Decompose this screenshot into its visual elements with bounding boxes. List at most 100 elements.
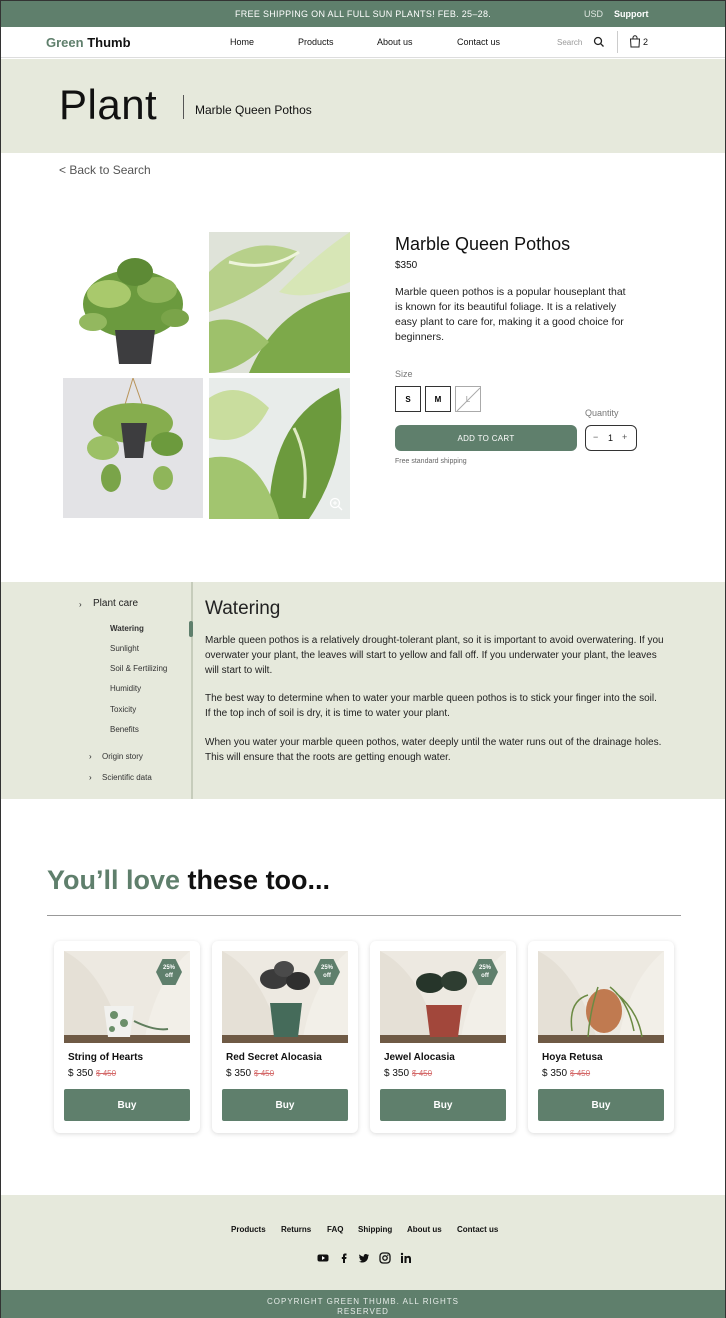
- care-section-scientific[interactable]: Scientific data: [102, 773, 152, 782]
- zoom-icon[interactable]: [329, 497, 343, 511]
- card-price: $ 350: [226, 1068, 252, 1079]
- search-input[interactable]: Search: [557, 38, 582, 47]
- plant-care-section: › Plant care Watering Sunlight Soil & Fe…: [1, 582, 725, 799]
- gallery-image-4[interactable]: [209, 378, 350, 519]
- size-s-button[interactable]: S: [395, 386, 421, 412]
- product-photo[interactable]: [538, 951, 664, 1043]
- footer: Products Returns FAQ Shipping About us C…: [1, 1195, 725, 1290]
- product-description: Marble queen pothos is a popular housepl…: [395, 286, 626, 343]
- recommend-title-accent: You’ll love: [47, 865, 181, 895]
- product-card-price: $ 350 $ 450: [68, 1068, 116, 1079]
- product-card-name[interactable]: String of Hearts: [68, 1052, 143, 1063]
- unavailable-strike-icon: [456, 387, 481, 412]
- footer-about[interactable]: About us: [407, 1225, 442, 1234]
- buy-button[interactable]: Buy: [222, 1089, 348, 1121]
- cart-count[interactable]: 2: [643, 37, 648, 47]
- recommend-title: You’ll love these too...: [47, 865, 330, 896]
- copyright-bar: COPYRIGHT GREEN THUMB. ALL RIGHTS RESERV…: [1, 1290, 725, 1318]
- page-hero: Plant Marble Queen Pothos: [1, 59, 725, 153]
- size-l-button[interactable]: L: [455, 386, 481, 412]
- linkedin-icon[interactable]: [400, 1252, 412, 1264]
- care-section-plant-care[interactable]: Plant care: [93, 598, 138, 609]
- support-link[interactable]: Support: [614, 9, 649, 19]
- nav-products[interactable]: Products: [298, 37, 334, 47]
- care-section-origin[interactable]: Origin story: [102, 752, 143, 761]
- care-paragraph-2: The best way to determine when to water …: [205, 693, 657, 719]
- page-title: Plant: [59, 81, 158, 128]
- active-marker: [189, 621, 193, 637]
- card-old-price: $ 450: [96, 1069, 117, 1078]
- page-subtitle: Marble Queen Pothos: [195, 103, 312, 117]
- product-card-price: $ 350 $ 450: [384, 1068, 432, 1079]
- product-price: $350: [395, 260, 418, 271]
- logo-thumb: Thumb: [83, 35, 131, 50]
- product-card-name[interactable]: Jewel Alocasia: [384, 1052, 455, 1063]
- footer-products[interactable]: Products: [231, 1225, 266, 1234]
- footer-faq[interactable]: FAQ: [327, 1225, 343, 1234]
- size-label: Size: [395, 369, 413, 379]
- quantity-value[interactable]: 1: [608, 433, 613, 443]
- footer-shipping[interactable]: Shipping: [358, 1225, 392, 1234]
- care-paragraph-1: Marble queen pothos is a relatively drou…: [205, 635, 664, 676]
- buy-button[interactable]: Buy: [538, 1089, 664, 1121]
- size-m-button[interactable]: M: [425, 386, 451, 412]
- buy-button[interactable]: Buy: [380, 1089, 506, 1121]
- product-card[interactable]: 25% off Red Secret Alocasia $ 350 $ 450 B…: [212, 941, 358, 1133]
- product-card[interactable]: Hoya Retusa $ 350 $ 450 Buy: [528, 941, 674, 1133]
- hero-separator: [183, 95, 184, 119]
- card-price: $ 350: [384, 1068, 410, 1079]
- logo-green: Green: [46, 35, 84, 50]
- logo[interactable]: Green Thumb: [46, 35, 131, 50]
- product-name: Marble Queen Pothos: [395, 234, 571, 254]
- care-item-humidity[interactable]: Humidity: [110, 684, 141, 693]
- currency-selector[interactable]: USD: [584, 9, 603, 19]
- back-to-search-link[interactable]: < Back to Search: [59, 163, 151, 177]
- nav-home[interactable]: Home: [230, 37, 254, 47]
- care-heading: Watering: [205, 598, 281, 619]
- add-to-cart-button[interactable]: ADD TO CART: [395, 425, 577, 451]
- buy-button[interactable]: Buy: [64, 1089, 190, 1121]
- care-divider: [191, 582, 193, 799]
- minus-icon[interactable]: −: [593, 432, 598, 442]
- recommend-divider: [47, 915, 681, 916]
- gallery-image-3[interactable]: [63, 378, 203, 518]
- nav-about[interactable]: About us: [377, 37, 413, 47]
- care-paragraph-3: When you water your marble queen pothos,…: [205, 737, 662, 763]
- care-item-soil[interactable]: Soil & Fertilizing: [110, 664, 167, 673]
- instagram-icon[interactable]: [379, 1252, 391, 1264]
- card-old-price: $ 450: [412, 1069, 433, 1078]
- footer-contact[interactable]: Contact us: [457, 1225, 498, 1234]
- card-price: $ 350: [542, 1068, 568, 1079]
- plus-icon[interactable]: +: [622, 432, 627, 442]
- chevron-right-icon: ›: [79, 600, 82, 609]
- main-nav: Green Thumb Home Products About us Conta…: [1, 27, 725, 58]
- shopping-bag-icon[interactable]: [629, 35, 641, 48]
- care-item-benefits[interactable]: Benefits: [110, 725, 139, 734]
- quantity-label: Quantity: [585, 408, 619, 418]
- care-item-toxicity[interactable]: Toxicity: [110, 705, 136, 714]
- nav-divider: [617, 31, 618, 53]
- chevron-right-icon: ›: [89, 752, 92, 761]
- product-card-name[interactable]: Red Secret Alocasia: [226, 1052, 322, 1063]
- card-old-price: $ 450: [570, 1069, 591, 1078]
- youtube-icon[interactable]: [317, 1252, 329, 1264]
- footer-returns[interactable]: Returns: [281, 1225, 311, 1234]
- chevron-right-icon: ›: [89, 773, 92, 782]
- card-price: $ 350: [68, 1068, 94, 1079]
- quantity-stepper: − 1 +: [585, 425, 637, 451]
- product-card-name[interactable]: Hoya Retusa: [542, 1052, 603, 1063]
- promo-bar: FREE SHIPPING ON ALL FULL SUN PLANTS! FE…: [1, 1, 725, 27]
- product-card[interactable]: 25% off Jewel Alocasia $ 350 $ 450 Buy: [370, 941, 516, 1133]
- gallery-image-1[interactable]: [63, 232, 203, 372]
- copyright-text: COPYRIGHT GREEN THUMB. ALL RIGHTS RESERV…: [267, 1297, 459, 1316]
- care-item-sunlight[interactable]: Sunlight: [110, 644, 139, 653]
- product-card-price: $ 350 $ 450: [226, 1068, 274, 1079]
- gallery-image-2[interactable]: [209, 232, 350, 373]
- twitter-icon[interactable]: [358, 1252, 370, 1264]
- care-item-watering[interactable]: Watering: [110, 624, 144, 633]
- product-card-price: $ 350 $ 450: [542, 1068, 590, 1079]
- product-card[interactable]: 25% off String of Hearts $ 350 $ 450 Buy: [54, 941, 200, 1133]
- nav-contact[interactable]: Contact us: [457, 37, 500, 47]
- search-icon[interactable]: [593, 36, 605, 48]
- facebook-icon[interactable]: [338, 1252, 350, 1264]
